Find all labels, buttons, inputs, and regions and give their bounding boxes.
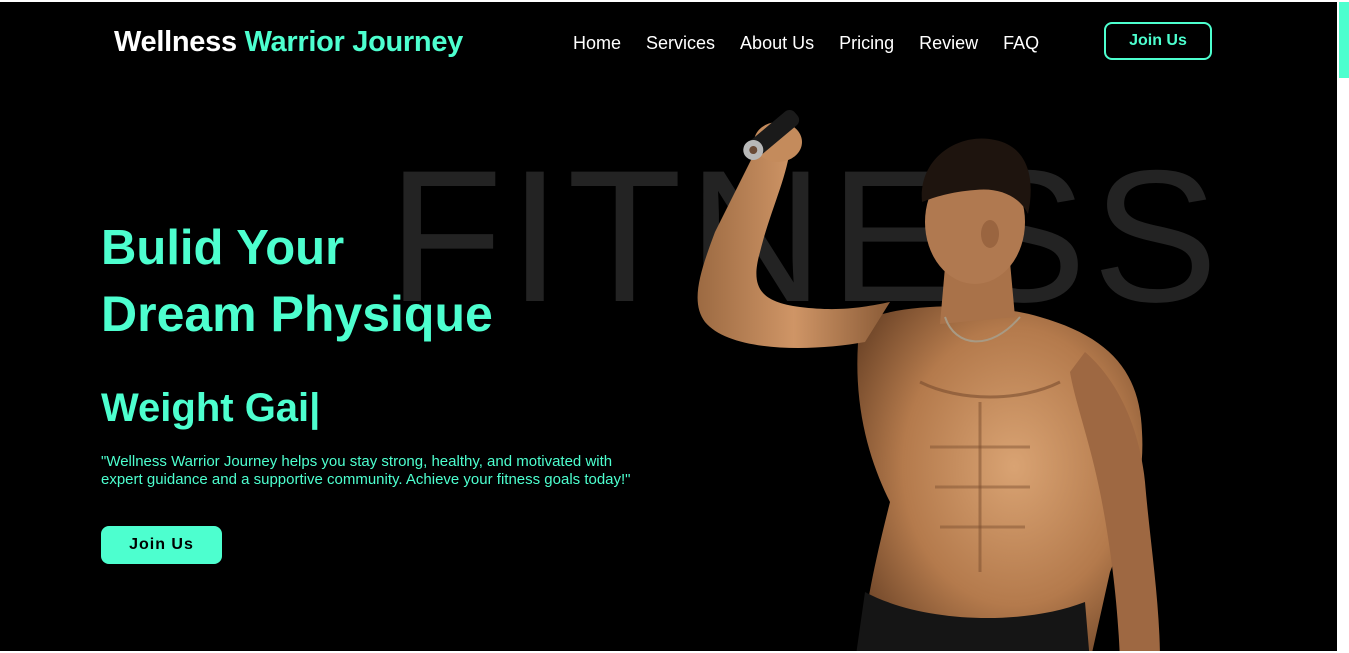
- hero-headline: Bulid Your Dream Physique: [101, 221, 493, 342]
- nav-faq[interactable]: FAQ: [1003, 33, 1039, 54]
- typed-goal-text: Weight Gai|: [101, 386, 321, 430]
- nav-review[interactable]: Review: [919, 33, 978, 54]
- nav-services[interactable]: Services: [646, 33, 715, 54]
- scrollbar-track[interactable]: [1337, 0, 1349, 653]
- headline-line-2: Dream Physique: [101, 286, 493, 342]
- browser-viewport: FITNESS Wellness Warrior Journey Home Se…: [0, 0, 1349, 653]
- hero-description: "Wellness Warrior Journey helps you stay…: [101, 453, 631, 488]
- logo-accent-text: Warrior Journey: [244, 26, 464, 58]
- main-nav: Home Services About Us Pricing Review FA…: [573, 33, 1039, 54]
- headline-line-1: Bulid Your: [101, 221, 345, 275]
- nav-home[interactable]: Home: [573, 33, 621, 54]
- nav-pricing[interactable]: Pricing: [839, 33, 894, 54]
- logo-main-text: Wellness: [114, 26, 237, 58]
- hero-join-button[interactable]: Join Us: [101, 526, 222, 564]
- site-logo[interactable]: Wellness Warrior Journey: [114, 26, 463, 59]
- landing-page: FITNESS Wellness Warrior Journey Home Se…: [0, 2, 1337, 651]
- nav-about-us[interactable]: About Us: [740, 33, 814, 54]
- scrollbar-thumb[interactable]: [1339, 2, 1349, 78]
- athlete-image: [697, 109, 1160, 651]
- header-join-button[interactable]: Join Us: [1104, 22, 1212, 60]
